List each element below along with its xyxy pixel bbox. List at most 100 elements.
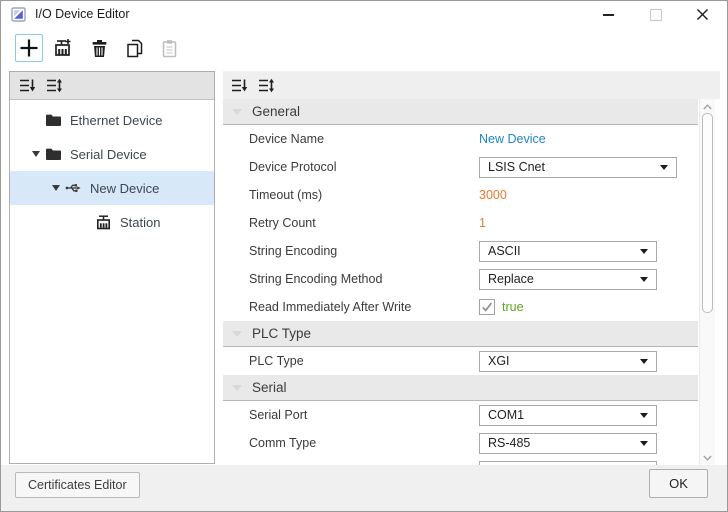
add-device-button[interactable] bbox=[15, 34, 43, 62]
delete-icon bbox=[89, 38, 110, 59]
add-station-button[interactable] bbox=[50, 34, 78, 62]
property-row-comm-type: Comm Type RS-485 bbox=[223, 429, 698, 457]
tree-item-label: New Device bbox=[90, 181, 159, 196]
property-row-string-encoding: String Encoding ASCII bbox=[223, 237, 698, 265]
station-icon bbox=[94, 213, 112, 231]
section-header-plc-type[interactable]: PLC Type bbox=[223, 321, 698, 347]
property-row-retry-count: Retry Count 1 bbox=[223, 209, 698, 237]
add-device-icon bbox=[18, 37, 40, 59]
serial-port-dropdown[interactable]: COM1 bbox=[479, 405, 657, 426]
scrollbar-thumb[interactable] bbox=[702, 113, 713, 313]
minimize-icon bbox=[603, 14, 614, 16]
scroll-down-button[interactable] bbox=[700, 451, 715, 465]
tree-item-label: Ethernet Device bbox=[70, 113, 163, 128]
string-encoding-dropdown[interactable]: ASCII bbox=[479, 241, 657, 262]
property-label: String Encoding Method bbox=[223, 272, 479, 286]
tree-item-serial-device[interactable]: Serial Device bbox=[10, 137, 214, 171]
dropdown-arrow-icon bbox=[640, 249, 648, 254]
device-tree-panel: Ethernet Device Serial Device bbox=[9, 71, 215, 464]
maximize-button[interactable] bbox=[639, 1, 673, 28]
retry-count-value[interactable]: 1 bbox=[479, 216, 486, 230]
plc-type-dropdown[interactable]: XGI bbox=[479, 351, 657, 372]
chevron-down-icon bbox=[703, 455, 712, 461]
maximize-icon bbox=[650, 9, 662, 21]
ok-button[interactable]: OK bbox=[649, 469, 708, 498]
property-panel: General Device Name New Device Device Pr… bbox=[223, 71, 720, 466]
minimize-button[interactable] bbox=[591, 1, 625, 28]
certificates-editor-label: Certificates Editor bbox=[28, 478, 127, 492]
read-immediately-value: true bbox=[502, 300, 524, 314]
property-grid: General Device Name New Device Device Pr… bbox=[223, 99, 698, 466]
dialog-footer: Certificates Editor OK bbox=[1, 465, 727, 511]
certificates-editor-button[interactable]: Certificates Editor bbox=[15, 472, 140, 498]
property-label: String Encoding bbox=[223, 244, 479, 258]
app-logo-icon bbox=[11, 7, 26, 22]
tree-item-station[interactable]: Station bbox=[10, 205, 214, 239]
collapse-all-icon[interactable] bbox=[19, 78, 36, 93]
property-row-plc-type: PLC Type XGI bbox=[223, 347, 698, 375]
vertical-scrollbar[interactable] bbox=[699, 99, 715, 466]
folder-icon bbox=[44, 111, 62, 129]
window-title: I/O Device Editor bbox=[35, 7, 129, 21]
section-collapse-icon bbox=[232, 109, 242, 115]
close-icon bbox=[696, 8, 709, 21]
copy-button[interactable] bbox=[120, 34, 148, 62]
timeout-value[interactable]: 3000 bbox=[479, 188, 507, 202]
tree-toolbar bbox=[10, 72, 214, 100]
dropdown-arrow-icon bbox=[640, 441, 648, 446]
expand-all-icon[interactable] bbox=[258, 78, 275, 93]
copy-icon bbox=[124, 38, 145, 59]
expander-icon[interactable] bbox=[48, 180, 64, 196]
section-title: Serial bbox=[252, 380, 287, 395]
dropdown-value: ASCII bbox=[488, 244, 521, 258]
dropdown-value: XGI bbox=[488, 354, 510, 368]
property-toolbar bbox=[223, 71, 720, 99]
section-collapse-icon bbox=[232, 385, 242, 391]
chevron-up-icon bbox=[703, 104, 712, 110]
expander-icon[interactable] bbox=[28, 146, 44, 162]
tree-item-label: Serial Device bbox=[70, 147, 147, 162]
section-collapse-icon bbox=[232, 331, 242, 337]
device-toolbar bbox=[15, 34, 183, 62]
string-encoding-method-dropdown[interactable]: Replace bbox=[479, 269, 657, 290]
tree-item-new-device[interactable]: New Device bbox=[10, 171, 214, 205]
paste-button[interactable] bbox=[155, 34, 183, 62]
expand-all-icon[interactable] bbox=[46, 78, 63, 93]
add-station-icon bbox=[53, 37, 75, 59]
property-label: PLC Type bbox=[223, 354, 479, 368]
property-row-timeout: Timeout (ms) 3000 bbox=[223, 181, 698, 209]
dropdown-value: LSIS Cnet bbox=[488, 160, 545, 174]
dropdown-arrow-icon bbox=[640, 277, 648, 282]
device-name-value[interactable]: New Device bbox=[479, 132, 546, 146]
device-tree: Ethernet Device Serial Device bbox=[10, 100, 214, 239]
dropdown-arrow-icon bbox=[640, 359, 648, 364]
property-label: Serial Port bbox=[223, 408, 479, 422]
section-title: General bbox=[252, 104, 300, 119]
delete-button[interactable] bbox=[85, 34, 113, 62]
comm-type-dropdown[interactable]: RS-485 bbox=[479, 433, 657, 454]
device-protocol-dropdown[interactable]: LSIS Cnet bbox=[479, 157, 677, 178]
property-row-serial-port: Serial Port COM1 bbox=[223, 401, 698, 429]
checkmark-icon bbox=[481, 301, 493, 313]
serial-device-icon bbox=[64, 179, 82, 197]
folder-icon bbox=[44, 145, 62, 163]
section-header-general[interactable]: General bbox=[223, 99, 698, 125]
dropdown-value: RS-485 bbox=[488, 436, 530, 450]
title-bar: I/O Device Editor bbox=[1, 1, 727, 29]
scroll-up-button[interactable] bbox=[700, 100, 715, 114]
close-button[interactable] bbox=[685, 1, 719, 28]
section-header-serial[interactable]: Serial bbox=[223, 375, 698, 401]
read-immediately-checkbox[interactable] bbox=[479, 299, 495, 315]
property-label: Retry Count bbox=[223, 216, 479, 230]
dropdown-value: Replace bbox=[488, 272, 534, 286]
tree-item-ethernet-device[interactable]: Ethernet Device bbox=[10, 103, 214, 137]
property-label: Comm Type bbox=[223, 436, 479, 450]
property-row-read-immediately: Read Immediately After Write true bbox=[223, 293, 698, 321]
ok-label: OK bbox=[669, 476, 688, 491]
tree-item-label: Station bbox=[120, 215, 160, 230]
dropdown-arrow-icon bbox=[640, 413, 648, 418]
property-row-device-protocol: Device Protocol LSIS Cnet bbox=[223, 153, 698, 181]
property-row-device-name: Device Name New Device bbox=[223, 125, 698, 153]
collapse-all-icon[interactable] bbox=[231, 78, 248, 93]
paste-icon bbox=[159, 38, 180, 59]
